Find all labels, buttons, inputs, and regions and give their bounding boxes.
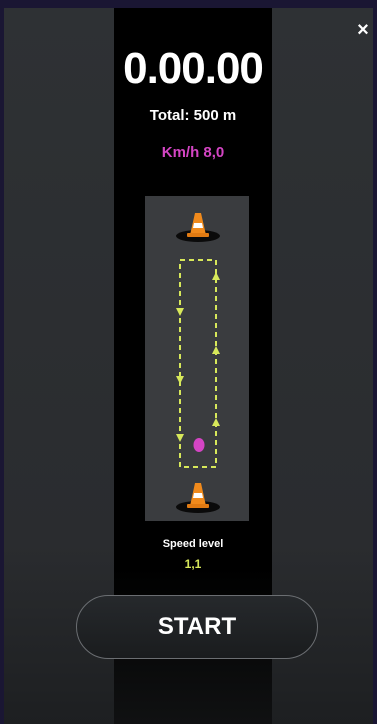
arrow-up-icon [212,418,220,426]
arrow-down-icon [176,434,184,442]
speed-level-value: 1,1 [184,557,202,571]
elapsed-timer: 0.00.00 [123,44,264,93]
workout-screen: × 0.00.00 Total: 500 m Km/h 8,0 Speed le… [4,8,373,724]
speed-level-label: Speed level [162,538,224,550]
speed-kmh: Km/h 8,0 [161,144,225,161]
close-icon: × [357,19,369,41]
traffic-cone-icon [176,213,220,242]
arrow-up-icon [212,346,220,354]
arrow-down-icon [176,308,184,316]
start-button[interactable]: START [76,595,318,659]
arrow-down-icon [176,376,184,384]
traffic-cone-icon [176,483,220,513]
total-distance: Total: 500 m [149,107,237,124]
track-diagram [145,196,249,521]
close-button[interactable]: × [353,20,373,40]
track-path [179,259,217,468]
runner-dot-icon [193,438,205,452]
arrow-up-icon [212,272,220,280]
track-diagram-svg [176,213,220,513]
